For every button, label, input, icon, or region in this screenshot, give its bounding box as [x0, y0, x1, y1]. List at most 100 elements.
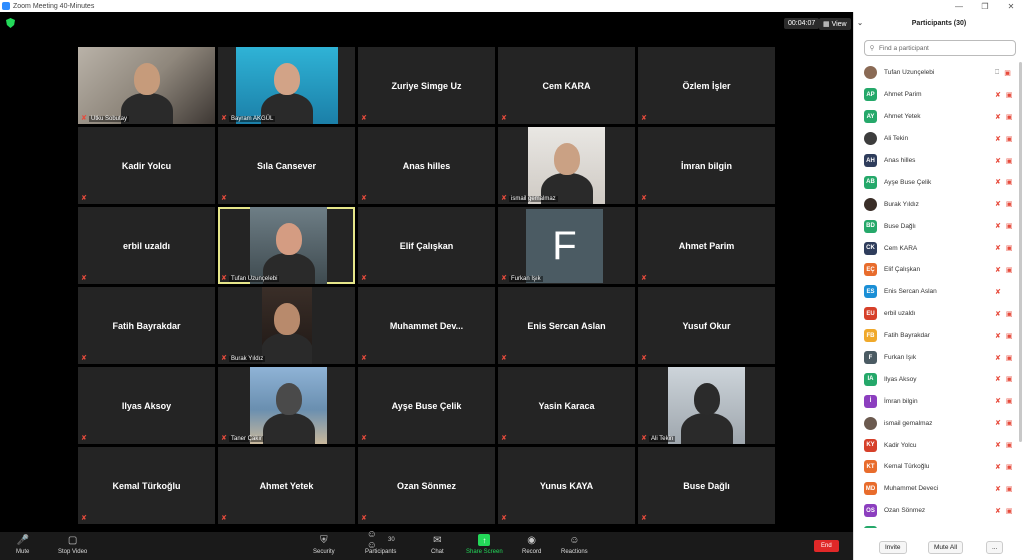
participant-row[interactable]: ismail gemalmaz ✘ ▣ — [854, 412, 1024, 434]
muted-mic-icon: ✘ — [641, 195, 647, 202]
stop-video-button[interactable]: ▢ Stop Video — [58, 534, 87, 556]
muted-mic-icon: ✘ — [361, 435, 367, 442]
mute-all-button[interactable]: Mute All — [928, 541, 964, 554]
participant-avatar: KY — [864, 438, 877, 452]
video-tile[interactable]: Cem KARA ✘ — [498, 47, 635, 124]
video-tile[interactable]: Ozan Sönmez ✘ — [358, 447, 495, 524]
video-tile[interactable]: Tufan Uzunçelebi ✘ — [218, 207, 355, 284]
video-tile[interactable]: Kemal Türkoğlu ✘ — [78, 447, 215, 524]
participant-row[interactable]: IA Ilyas Aksoy ✘ ▣ — [854, 368, 1024, 390]
participant-avatar: F — [864, 351, 877, 365]
video-tile[interactable]: F Furkan Işık ✘ — [498, 207, 635, 284]
restore-icon[interactable]: ❐ — [972, 2, 998, 11]
participant-row[interactable]: AH Anas hilles ✘ ▣ — [854, 150, 1024, 172]
video-off-icon: ▣ — [1005, 266, 1013, 274]
participant-status: ✘ ▣ — [995, 463, 1024, 471]
participant-row[interactable]: İ İmran bilgin ✘ ▣ — [854, 390, 1024, 412]
video-off-icon: ▣ — [1005, 442, 1013, 450]
video-tile[interactable]: Özlem İşler ✘ — [638, 47, 775, 124]
participant-row[interactable]: EU erbil uzaldı ✘ ▣ — [854, 303, 1024, 325]
invite-button[interactable]: Invite — [879, 541, 907, 554]
participants-button[interactable]: ☺☺ 30 Participants — [365, 529, 396, 555]
video-tile[interactable]: Zuriye Simge Uz ✘ — [358, 47, 495, 124]
person-head-shape — [693, 383, 720, 415]
participant-row[interactable]: F Furkan Işık ✘ ▣ — [854, 347, 1024, 369]
scrollbar[interactable] — [1019, 62, 1022, 442]
muted-mic-icon: ✘ — [221, 275, 227, 282]
participant-avatar: AH — [864, 154, 877, 167]
chat-label: Chat — [431, 549, 444, 555]
video-tile[interactable]: İmran bilgin ✘ — [638, 127, 775, 204]
participant-row[interactable]: FB Fatih Bayrakdar ✘ ▣ — [854, 325, 1024, 347]
muted-mic-icon: ✘ — [995, 332, 1001, 340]
microphone-icon: ⎕ — [995, 68, 1000, 76]
participant-avatar: AP — [864, 88, 877, 102]
video-tile[interactable]: Enis Sercan Aslan ✘ — [498, 287, 635, 364]
reactions-button[interactable]: ☺ Reactions — [561, 534, 588, 556]
video-tile[interactable]: Ahmet Parim ✘ — [638, 207, 775, 284]
chevron-down-icon[interactable]: ⌄ — [854, 19, 866, 27]
person-body-shape — [262, 333, 312, 364]
participant-row[interactable]: ES Enis Sercan Aslan ✘ — [854, 281, 1024, 303]
participant-row[interactable]: Tufan Uzunçelebi ⎕ ▣ — [854, 62, 1024, 84]
participant-row[interactable]: MD Muhammet Deveci ✘ ▣ — [854, 478, 1024, 500]
video-tile[interactable]: Utku Sobutay ✘ — [78, 47, 215, 124]
video-tile[interactable]: erbil uzaldı ✘ — [78, 207, 215, 284]
muted-mic-icon: ✘ — [221, 115, 227, 122]
muted-mic-icon: ✘ — [501, 435, 507, 442]
video-tile[interactable]: ismail gemalmaz ✘ — [498, 127, 635, 204]
video-tile[interactable]: Fatih Bayrakdar ✘ — [78, 287, 215, 364]
person-head-shape — [133, 63, 160, 95]
video-off-icon: ▣ — [1005, 420, 1013, 428]
video-tile[interactable]: Ali Tekin ✘ — [638, 367, 775, 444]
participant-row[interactable]: Burak Yıldız ✘ ▣ — [854, 193, 1024, 215]
participant-name: Muhammet Deveci — [884, 485, 939, 493]
record-button[interactable]: ◉ Record — [522, 534, 541, 556]
video-tile[interactable]: Ilyas Aksoy ✘ — [78, 367, 215, 444]
share-screen-button[interactable]: ↑ Share Screen — [466, 534, 503, 555]
mute-button[interactable]: 🎤 Mute — [16, 534, 30, 556]
mute-label: Mute — [16, 549, 30, 555]
participant-row[interactable]: AY Ahmet Yetek ✘ ▣ — [854, 106, 1024, 128]
participant-row[interactable]: EÇ Elif Çalışkan ✘ ▣ — [854, 259, 1024, 281]
muted-mic-icon: ✘ — [501, 355, 507, 362]
view-button[interactable]: ▦ View — [819, 18, 851, 30]
tile-participant-name: Kemal Türkoğlu — [112, 480, 181, 491]
participant-row[interactable]: BD Buse Dağlı ✘ ▣ — [854, 215, 1024, 237]
participant-row[interactable]: Ali Tekin ✘ ▣ — [854, 128, 1024, 150]
muted-mic-icon: ✘ — [995, 442, 1001, 450]
video-tile[interactable]: Taner Çakır ✘ — [218, 367, 355, 444]
participant-search[interactable]: ⚲ Find a participant — [864, 40, 1016, 56]
participant-row[interactable]: KY Kadir Yolcu ✘ ▣ — [854, 434, 1024, 456]
chat-button[interactable]: ✉ Chat — [431, 534, 444, 556]
participants-panel: ⌄ Participants (30) ⚲ Find a participant… — [853, 12, 1024, 560]
video-tile[interactable]: Yasin Karaca ✘ — [498, 367, 635, 444]
video-tile[interactable]: Buse Dağlı ✘ — [638, 447, 775, 524]
video-tile[interactable]: Anas hilles ✘ — [358, 127, 495, 204]
participant-row[interactable]: CK Cem KARA ✘ ▣ — [854, 237, 1024, 259]
participant-row[interactable]: OS Ozan Sönmez ✘ ▣ — [854, 500, 1024, 522]
video-tile[interactable]: Elif Çalışkan ✘ — [358, 207, 495, 284]
video-tile[interactable]: Kadir Yolcu ✘ — [78, 127, 215, 204]
shield-icon[interactable] — [6, 18, 15, 28]
close-icon[interactable]: ✕ — [998, 2, 1024, 11]
video-tile[interactable]: Bayram AKGÜL ✘ — [218, 47, 355, 124]
video-tile[interactable]: Yunus KAYA ✘ — [498, 447, 635, 524]
video-tile[interactable]: Muhammet Dev... ✘ — [358, 287, 495, 364]
more-button[interactable]: ... — [986, 541, 1004, 554]
end-button[interactable]: End — [814, 540, 839, 552]
video-tile[interactable]: Burak Yıldız ✘ — [218, 287, 355, 364]
video-off-icon: ▣ — [1005, 354, 1013, 362]
participant-row[interactable]: AP Ahmet Parim ✘ ▣ — [854, 84, 1024, 106]
participant-row[interactable]: AB Ayşe Buse Çelik ✘ ▣ — [854, 171, 1024, 193]
security-button[interactable]: ⛨ Security — [313, 534, 335, 556]
video-tile[interactable]: Ayşe Buse Çelik ✘ — [358, 367, 495, 444]
video-tile[interactable]: Sıla Cansever ✘ — [218, 127, 355, 204]
participant-name: Kadir Yolcu — [884, 441, 917, 449]
video-tile[interactable]: Ahmet Yetek ✘ — [218, 447, 355, 524]
minimize-icon[interactable]: — — [946, 2, 972, 11]
tile-participant-name: Anas hilles — [402, 160, 451, 171]
video-tile[interactable]: Yusuf Okur ✘ — [638, 287, 775, 364]
participant-row[interactable]: KT Kemal Türkoğlu ✘ ▣ — [854, 456, 1024, 478]
participant-row[interactable]: ÖÖzlem İşler✘▣ — [854, 522, 1024, 528]
